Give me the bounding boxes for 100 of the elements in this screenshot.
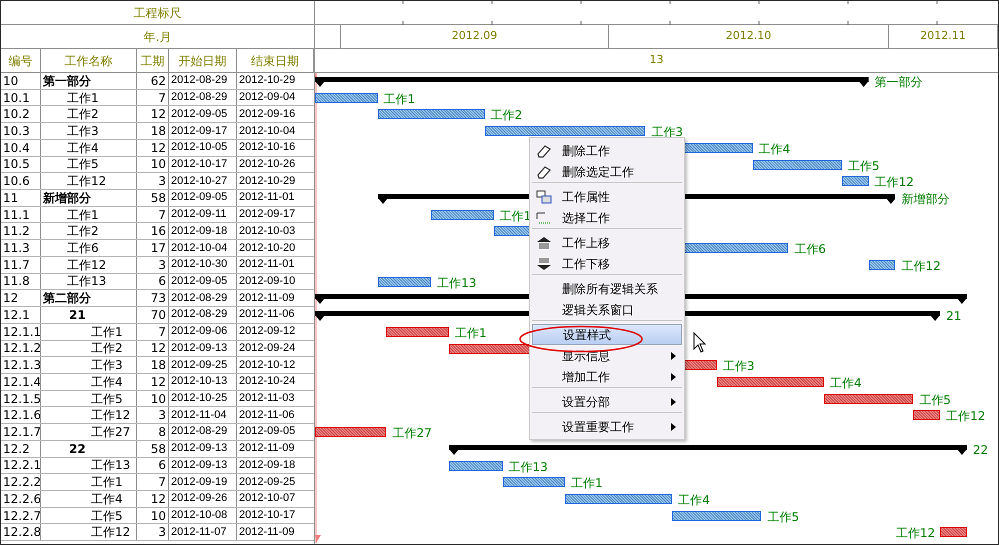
menu-item[interactable]: 工作上移 [532, 232, 682, 253]
table-cell: 58 [137, 190, 169, 206]
month-cell: 2012.09 [341, 25, 609, 48]
table-cell: 22 [41, 440, 137, 457]
table-cell-text: 2012-11-03 [238, 391, 296, 406]
table-cell-text: 2012-11-06 [238, 307, 296, 322]
column-header: 工作名称 [41, 49, 137, 72]
table-cell-text: 2012-11-09 [238, 441, 296, 456]
table-cell: 11.8 [1, 274, 41, 290]
table-cell: 工作27 [41, 424, 137, 440]
table-cell-text: 2012-10-04 [238, 124, 296, 139]
table-cell: 10.3 [1, 123, 41, 139]
table-cell: 10.1 [1, 90, 41, 106]
column-header: 开始日期 [169, 49, 237, 72]
table-cell: 第一部分 [41, 73, 137, 89]
menu-item[interactable]: 删除工作 [532, 140, 682, 161]
table-cell-text: 2012-09-12 [238, 324, 296, 340]
bar-label: 21 [946, 310, 962, 322]
table-cell-text: 2012-10-20 [238, 240, 296, 256]
table-cell-text: 2012-10-29 [238, 174, 296, 189]
menu-item[interactable]: 选择工作 [532, 207, 682, 229]
month-cell: 2012.11 [889, 25, 998, 48]
table-cell: 工作2 [41, 106, 137, 122]
table-cell: 18 [137, 357, 169, 373]
submenu-arrow-icon [671, 352, 676, 360]
table-cell: 2012-09-13 [169, 458, 237, 474]
menu-item[interactable]: 设置分部 [532, 391, 682, 413]
table-cell: 58 [137, 440, 169, 457]
table-cell: 2012-10-27 [169, 173, 237, 190]
table-cell: 10.5 [1, 156, 41, 172]
table-cell-text: 2012-09-04 [238, 90, 296, 106]
table-cell: 10 [137, 390, 169, 406]
table-cell-text: 2012-09-25 [238, 474, 296, 490]
table-cell: 7 [137, 90, 169, 106]
table-cell: 12.1.7 [1, 424, 41, 440]
cursor-icon [693, 332, 707, 354]
table-cell: 12 [137, 106, 169, 122]
table-cell: 2012-11-07 [169, 524, 237, 540]
table-cell: 10.4 [1, 140, 41, 156]
move-up-icon [536, 236, 552, 250]
column-header: 结束日期 [237, 49, 314, 72]
table-cell: 2012-08-29 [169, 307, 237, 323]
table-cell: 73 [137, 290, 169, 306]
table-cell: 7 [137, 474, 169, 490]
menu-item[interactable]: 增加工作 [532, 366, 682, 388]
table-cell: 6 [137, 458, 169, 474]
table-cell: 2012-11-04 [169, 407, 237, 424]
table-cell: 3 [137, 407, 169, 424]
table-cell: 3 [137, 524, 169, 540]
submenu-arrow-icon [671, 398, 676, 406]
table-cell: 8 [137, 424, 169, 440]
menu-item[interactable]: 工作属性 [532, 186, 682, 207]
table-cell: 12 [137, 374, 169, 390]
table-cell: 12.2 [1, 440, 41, 457]
table-cell: 12 [137, 490, 169, 507]
table-cell: 10 [137, 156, 169, 172]
table-cell: 工作1 [41, 206, 137, 222]
table-cell: 6 [137, 274, 169, 290]
table-cell: 2012-10-17 [169, 156, 237, 172]
table-cell: 工作5 [41, 156, 137, 172]
menu-item[interactable]: 删除选定工作 [532, 161, 682, 183]
table-cell: 11 [1, 190, 41, 206]
table-cell: 2012-10-30 [169, 256, 237, 273]
bar-label: 工作4 [758, 142, 790, 155]
menu-item[interactable]: 删除所有逻辑关系 [532, 278, 682, 299]
table-cell: 10.6 [1, 173, 41, 190]
menu-item[interactable]: 逻辑关系窗口 [532, 299, 682, 321]
table-cell: 工作2 [41, 223, 137, 240]
bar-label: 工作1 [454, 326, 487, 339]
table-cell: 工作12 [41, 173, 137, 190]
table-cell: 第二部分 [41, 290, 137, 306]
table-cell: 2012-10-25 [169, 390, 237, 406]
submenu-arrow-icon [671, 422, 676, 430]
table-cell: 3 [137, 173, 169, 190]
table-cell: 11.1 [1, 206, 41, 222]
table-cell: 2012-10-04 [169, 240, 237, 256]
bar-label: 工作1 [384, 92, 416, 105]
table-cell: 12.2.7 [1, 508, 41, 524]
table-cell: 62 [137, 73, 169, 89]
table-cell: 工作4 [41, 140, 137, 156]
table-cell-text: 2012-10-17 [238, 508, 296, 524]
table-cell-text: 2012-09-05 [238, 424, 296, 440]
table-cell-text: 2012-11-01 [238, 190, 296, 206]
table-cell: 2012-09-26 [169, 490, 237, 507]
table-cell-text: 2012-10-07 [238, 491, 296, 506]
menu-item[interactable]: 工作下移 [532, 253, 682, 275]
menu-item[interactable]: 设置样式 [532, 324, 682, 345]
menu-item[interactable]: 设置重要工作 [532, 416, 682, 437]
table-cell-text: 2012-10-24 [238, 374, 296, 390]
table-cell: 工作1 [41, 324, 137, 340]
bar-label: 工作5 [848, 160, 880, 172]
bar-label: 工作3 [651, 126, 684, 138]
table-cell: 2012-08-29 [169, 290, 237, 306]
table-cell: 7 [137, 206, 169, 222]
table-cell: 11.7 [1, 256, 41, 273]
bar-label: 工作4 [678, 494, 710, 506]
table-cell-text: 2012-10-12 [238, 358, 296, 373]
bar-label: 工作2 [490, 109, 522, 122]
table-cell-text: 2012-10-26 [238, 156, 296, 172]
table-cell: 工作12 [41, 524, 137, 540]
